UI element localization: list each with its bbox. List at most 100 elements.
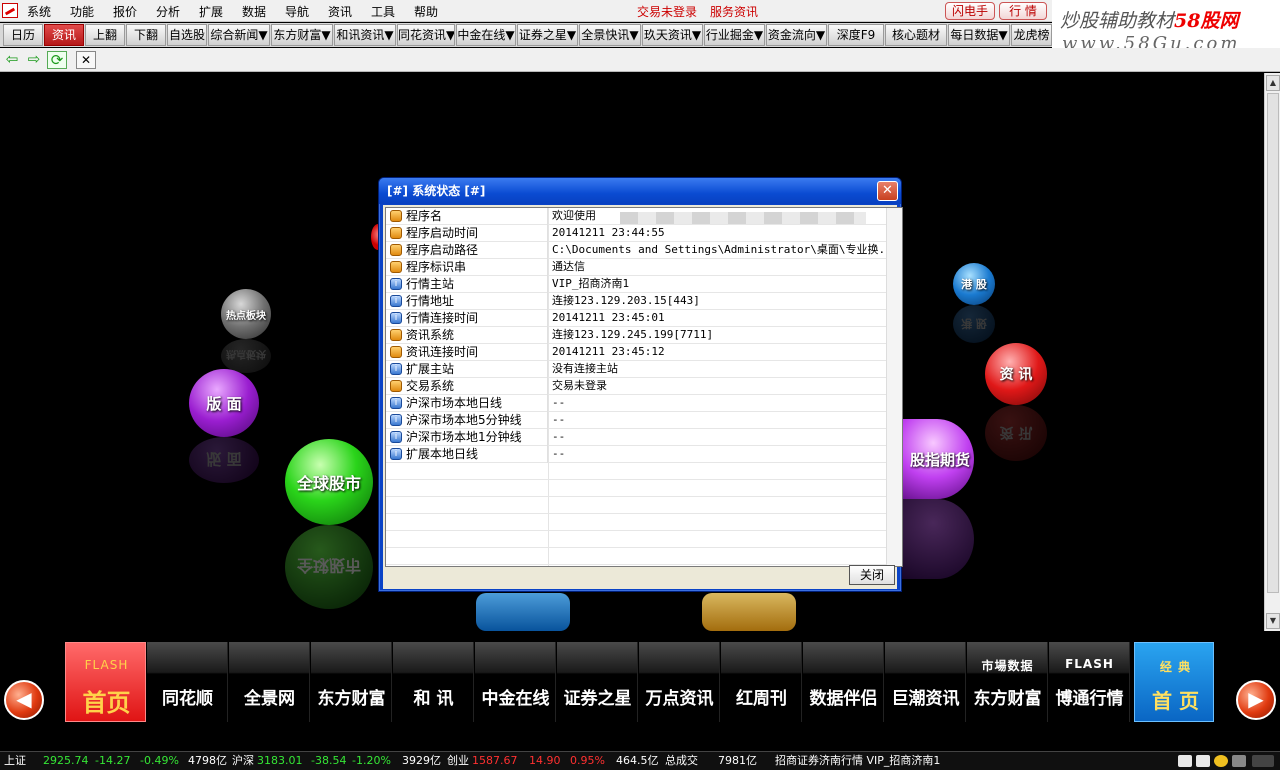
- gold-pill-button[interactable]: [702, 593, 796, 631]
- status-row[interactable]: i 行情连接时间 20141211 23:45:01: [386, 310, 902, 327]
- ball-global-markets[interactable]: 全球股市: [285, 439, 373, 525]
- tile-classic-home[interactable]: 经 典 首 页: [1134, 642, 1214, 722]
- toolbar-watchlist[interactable]: 自选股: [167, 24, 207, 46]
- refresh-icon[interactable]: ⟳: [47, 51, 67, 69]
- grid-scrollbar[interactable]: [886, 208, 902, 566]
- close-page-icon[interactable]: ✕: [76, 51, 96, 69]
- ball-news-reflection: 资 讯: [985, 405, 1047, 461]
- toolbar-page-down[interactable]: 下翻: [126, 24, 166, 46]
- toolbar-jiutian[interactable]: 玖天资讯▼: [642, 24, 703, 46]
- trade-status-link[interactable]: 交易未登录: [637, 3, 697, 20]
- flash-trade-button[interactable]: 闪电手: [945, 2, 995, 20]
- ball-layout[interactable]: 版 面: [189, 369, 259, 437]
- alert-icon[interactable]: [1214, 755, 1228, 767]
- toolbar-f9[interactable]: 深度F9: [828, 24, 884, 46]
- tile-site-1[interactable]: 全景网: [229, 642, 310, 722]
- status-row[interactable]: i 行情主站 VIP_招商济南1: [386, 276, 902, 293]
- menu-navigation[interactable]: 导航: [285, 3, 309, 20]
- back-arrow-icon[interactable]: ⇦: [2, 51, 22, 69]
- status-row-key: 行情主站: [386, 276, 548, 293]
- tile-site-3[interactable]: 和 讯: [393, 642, 474, 722]
- toolbar-fund-flow[interactable]: 资金流向▼: [766, 24, 827, 46]
- ball-index-futures[interactable]: 股指期货: [900, 419, 974, 499]
- tile-site-5[interactable]: 证券之星: [557, 642, 638, 722]
- ball-hot-sector[interactable]: 热点板块: [221, 289, 271, 339]
- tile-site-9[interactable]: 巨潮资讯: [885, 642, 966, 722]
- toolbar-general-news[interactable]: 综合新闻▼: [208, 24, 270, 46]
- tile-site-7[interactable]: 红周刊: [721, 642, 802, 722]
- toolbar-industry[interactable]: 行业掘金▼: [704, 24, 765, 46]
- status-row[interactable]: i 沪深市场本地5分钟线 --: [386, 412, 902, 429]
- tile-site-4[interactable]: 中金在线: [475, 642, 556, 722]
- service-info-link[interactable]: 服务资讯: [710, 3, 758, 20]
- ball-hk-stocks[interactable]: 港 股: [953, 263, 995, 305]
- empty-row: [386, 497, 902, 514]
- tile-site-2[interactable]: 东方财富: [311, 642, 392, 722]
- next-arrow-icon[interactable]: ▶: [1236, 680, 1276, 720]
- status-row[interactable]: 交易系统 交易未登录: [386, 378, 902, 395]
- status-row[interactable]: i 沪深市场本地日线 --: [386, 395, 902, 412]
- resize-grip-icon[interactable]: [1252, 755, 1274, 767]
- tile-label: 东方财富: [973, 689, 1042, 709]
- menu-analysis[interactable]: 分析: [156, 3, 180, 20]
- toolbar-cnfol[interactable]: 中金在线▼: [456, 24, 516, 46]
- toolbar-stockstar[interactable]: 证券之星▼: [517, 24, 578, 46]
- toolbar-info[interactable]: 资讯: [44, 24, 84, 46]
- ball-news[interactable]: 资 讯: [985, 343, 1047, 405]
- toolbar-hexun[interactable]: 和讯资讯▼: [334, 24, 396, 46]
- status-row[interactable]: 程序启动时间 20141211 23:44:55: [386, 225, 902, 242]
- status-row-value: --: [552, 413, 566, 426]
- menu-help[interactable]: 帮助: [414, 3, 438, 20]
- message-icon[interactable]: [1196, 755, 1210, 767]
- mail-icon[interactable]: [1178, 755, 1192, 767]
- tile-site-11[interactable]: FLASH 博通行情: [1049, 642, 1130, 722]
- menu-tools[interactable]: 工具: [371, 3, 395, 20]
- tile-site-0[interactable]: 同花顺: [147, 642, 228, 722]
- menu-extend[interactable]: 扩展: [199, 3, 223, 20]
- sh-index-amount: 4798亿: [188, 754, 227, 767]
- status-row-key: 沪深市场本地5分钟线: [386, 412, 548, 429]
- scroll-down-icon[interactable]: ▼: [1266, 613, 1280, 629]
- tile-site-6[interactable]: 万点资讯: [639, 642, 720, 722]
- close-button[interactable]: 关闭: [849, 565, 895, 585]
- menu-data[interactable]: 数据: [242, 3, 266, 20]
- status-bar: 上证 2925.74 -14.27 -0.49% 4798亿 沪深 3183.0…: [0, 751, 1280, 770]
- status-row[interactable]: 资讯系统 连接123.129.245.199[7711]: [386, 327, 902, 344]
- tile-site-8[interactable]: 数据伴侣: [803, 642, 884, 722]
- status-row-value: C:\Documents and Settings\Administrator\…: [552, 243, 884, 256]
- main-scrollbar[interactable]: ▲ ▼: [1264, 73, 1280, 631]
- settings-icon[interactable]: [1232, 755, 1246, 767]
- dialog-close-icon[interactable]: ✕: [877, 181, 898, 201]
- menu-quote[interactable]: 报价: [113, 3, 137, 20]
- app-logo-icon: [2, 3, 18, 18]
- status-row[interactable]: i 扩展主站 没有连接主站: [386, 361, 902, 378]
- scroll-up-icon[interactable]: ▲: [1266, 75, 1280, 91]
- toolbar-eastmoney[interactable]: 东方财富▼: [271, 24, 333, 46]
- status-row[interactable]: i 沪深市场本地1分钟线 --: [386, 429, 902, 446]
- forward-arrow-icon[interactable]: ⇨: [24, 51, 44, 69]
- status-row[interactable]: 程序标识串 通达信: [386, 259, 902, 276]
- quote-button[interactable]: 行 情: [999, 2, 1047, 20]
- status-row[interactable]: 资讯连接时间 20141211 23:45:12: [386, 344, 902, 361]
- toolbar-calendar[interactable]: 日历: [3, 24, 43, 46]
- toolbar-daily-data[interactable]: 每日数据▼: [948, 24, 1010, 46]
- tile-site-10[interactable]: 市場数据 东方财富: [967, 642, 1048, 722]
- toolbar-dragon-tiger[interactable]: 龙虎榜: [1011, 24, 1052, 46]
- prev-arrow-icon[interactable]: ◀: [4, 680, 44, 720]
- blue-pill-button[interactable]: [476, 593, 570, 631]
- toolbar-page-up[interactable]: 上翻: [85, 24, 125, 46]
- toolbar-core-theme[interactable]: 核心题材: [885, 24, 947, 46]
- status-row[interactable]: 程序启动路径 C:\Documents and Settings\Administ…: [386, 242, 902, 259]
- toolbar-10jqka[interactable]: 同花资讯▼: [397, 24, 455, 46]
- toolbar-p5w[interactable]: 全景快讯▼: [579, 24, 641, 46]
- menu-info[interactable]: 资讯: [328, 3, 352, 20]
- scroll-thumb[interactable]: [1267, 93, 1279, 593]
- status-row-key: 行情地址: [386, 293, 548, 310]
- menu-function[interactable]: 功能: [70, 3, 94, 20]
- status-row[interactable]: i 行情地址 连接123.129.203.15[443]: [386, 293, 902, 310]
- tile-home-flash[interactable]: FLASH 首页: [65, 642, 146, 722]
- menu-system[interactable]: 系统: [27, 3, 51, 20]
- ball-global-markets-reflection: 全球股市: [285, 525, 373, 609]
- status-row[interactable]: i 扩展本地日线 --: [386, 446, 902, 463]
- ball-hot-sector-reflection: 热点板块: [221, 339, 271, 373]
